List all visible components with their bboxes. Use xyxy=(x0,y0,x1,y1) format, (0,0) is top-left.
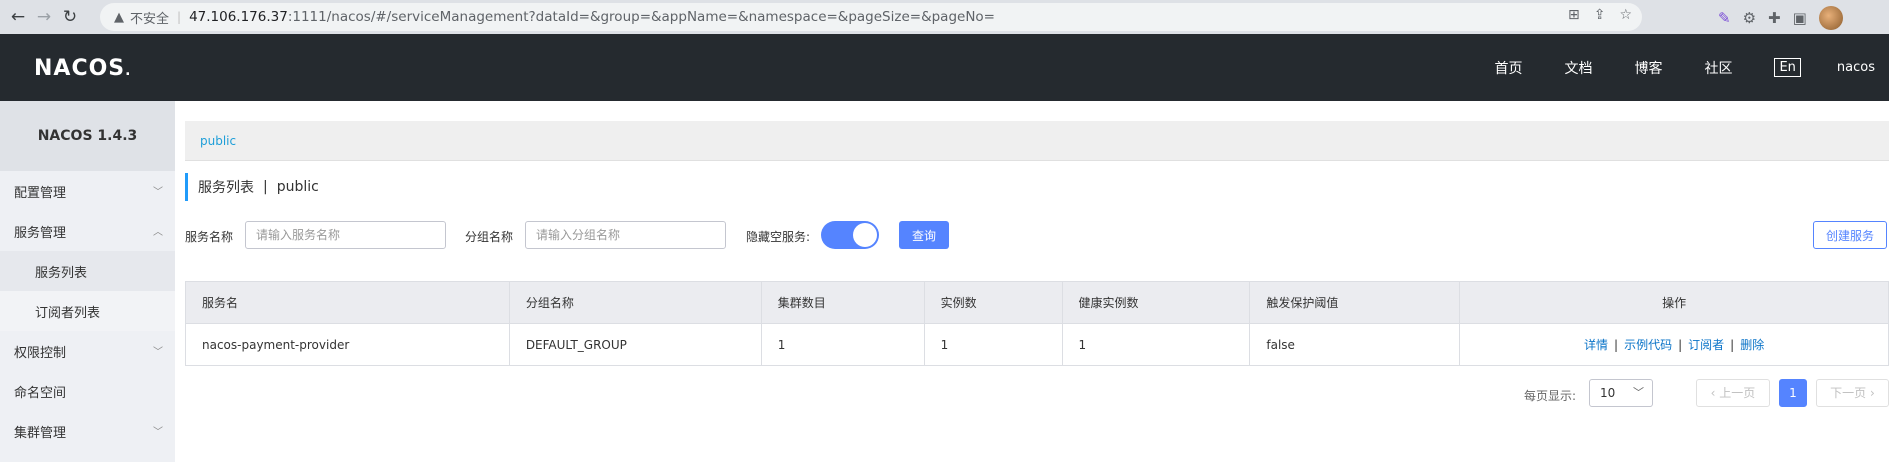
translate-icon[interactable]: ⊞ xyxy=(1568,7,1580,23)
col-operations: 操作 xyxy=(1459,281,1889,324)
next-label: 下一页 xyxy=(1830,386,1867,400)
sidebar-item-service[interactable]: 服务管理 ︿ xyxy=(0,211,175,251)
chevron-down-icon: ﹀ xyxy=(153,187,163,198)
table-row: nacos-payment-provider DEFAULT_GROUP 1 1… xyxy=(185,323,1889,366)
sample-code-link[interactable]: 示例代码 xyxy=(1624,338,1672,352)
service-name-input[interactable] xyxy=(245,221,446,249)
page-title-text: 服务列表 xyxy=(198,180,254,196)
filter-bar: 服务名称 分组名称 隐藏空服务: 查询 创建服务 xyxy=(185,220,1889,250)
puzzle-icon[interactable]: ✚ xyxy=(1768,9,1781,27)
reload-icon[interactable]: ↻ xyxy=(56,3,84,31)
subscribers-link[interactable]: 订阅者 xyxy=(1688,338,1724,352)
page-title: 服务列表 | public xyxy=(185,173,319,201)
page-number-button[interactable]: 1 xyxy=(1779,379,1807,407)
version-title: NACOS 1.4.3 xyxy=(0,101,175,171)
col-healthy-count: 健康实例数 xyxy=(1061,281,1251,324)
cell-operations: 详情 | 示例代码 | 订阅者 | 删除 xyxy=(1459,323,1889,366)
sidebar-item-cluster[interactable]: 集群管理 ﹀ xyxy=(0,411,175,451)
col-protect-threshold: 触发保护阈值 xyxy=(1249,281,1461,324)
chevron-down-icon: ﹀ xyxy=(1633,386,1644,399)
chevron-up-icon: ︿ xyxy=(153,227,163,238)
url-text: 47.106.176.37:1111/nacos/#/serviceManage… xyxy=(189,9,995,25)
sidebar-item-label: 订阅者列表 xyxy=(35,305,101,321)
warning-icon: ▲ xyxy=(114,9,124,25)
col-service-name: 服务名 xyxy=(185,281,510,324)
sidebar-item-label: 命名空间 xyxy=(14,385,67,401)
language-switch[interactable]: En xyxy=(1774,58,1801,77)
sidebar-item-label: 配置管理 xyxy=(14,185,67,201)
ops-divider: | xyxy=(1730,338,1735,352)
namespace-link-public[interactable]: public xyxy=(200,134,236,148)
insecure-label: 不安全 xyxy=(130,11,170,27)
group-name-label: 分组名称 xyxy=(465,230,514,244)
title-divider: | xyxy=(263,179,268,195)
page-namespace: public xyxy=(276,179,319,195)
toggle-knob xyxy=(853,223,877,247)
service-table: 服务名 分组名称 集群数目 实例数 健康实例数 触发保护阈值 操作 nacos-… xyxy=(185,281,1889,366)
pagination: 每页显示: 10 ﹀ ‹ 上一页 1 下一页 › xyxy=(185,379,1889,407)
nav-docs[interactable]: 文档 xyxy=(1564,58,1592,78)
cell-healthy-count: 1 xyxy=(1061,323,1251,366)
sidebar-item-subscribers[interactable]: 订阅者列表 xyxy=(0,291,175,331)
table-header-row: 服务名 分组名称 集群数目 实例数 健康实例数 触发保护阈值 操作 xyxy=(185,281,1889,324)
nav-community[interactable]: 社区 xyxy=(1704,58,1732,78)
sidebar-item-label: 服务管理 xyxy=(14,225,67,241)
details-link[interactable]: 详情 xyxy=(1584,338,1608,352)
nav-home[interactable]: 首页 xyxy=(1494,58,1522,78)
bookmark-star-icon[interactable]: ☆ xyxy=(1619,7,1632,23)
sidebar-item-label: 集群管理 xyxy=(14,425,67,441)
extension-feather-icon[interactable]: ✎ xyxy=(1718,9,1731,27)
page-size-select[interactable]: 10 ﹀ xyxy=(1589,379,1653,407)
page-size-label: 每页显示: xyxy=(1524,389,1577,403)
col-cluster-count: 集群数目 xyxy=(760,281,925,324)
group-name-input[interactable] xyxy=(525,221,726,249)
namespace-bar: public xyxy=(185,121,1889,161)
top-nav: 首页 文档 博客 社区 En nacos xyxy=(1452,34,1875,101)
profile-avatar[interactable] xyxy=(1818,6,1843,30)
chevron-down-icon: ﹀ xyxy=(153,427,163,438)
query-button[interactable]: 查询 xyxy=(899,221,949,249)
delete-link[interactable]: 删除 xyxy=(1740,338,1764,352)
address-bar[interactable]: ▲ 不安全 | 47.106.176.37:1111/nacos/#/servi… xyxy=(100,3,1642,31)
ops-divider: | xyxy=(1678,338,1683,352)
col-instance-count: 实例数 xyxy=(923,281,1063,324)
sidebar-toggle-icon[interactable]: ▣ xyxy=(1793,9,1807,27)
extension-icon[interactable]: ⚙ xyxy=(1743,9,1756,27)
page-size-value: 10 xyxy=(1600,386,1616,400)
nav-blog[interactable]: 博客 xyxy=(1634,58,1662,78)
chevron-down-icon: ﹀ xyxy=(153,347,163,358)
next-page-button[interactable]: 下一页 › xyxy=(1816,379,1889,407)
cell-protect-threshold: false xyxy=(1249,323,1461,366)
cell-cluster-count: 1 xyxy=(760,323,925,366)
sidebar-item-label: 服务列表 xyxy=(35,265,88,281)
service-name-label: 服务名称 xyxy=(185,230,234,244)
sidebar-item-auth[interactable]: 权限控制 ﹀ xyxy=(0,331,175,371)
hide-empty-label: 隐藏空服务: xyxy=(746,230,811,244)
browser-chrome: ← → ↻ ▲ 不安全 | 47.106.176.37:1111/nacos/#… xyxy=(0,0,1889,34)
cell-instance-count: 1 xyxy=(923,323,1063,366)
create-service-button[interactable]: 创建服务 xyxy=(1813,221,1887,249)
divider: | xyxy=(177,10,182,24)
cell-group-name: DEFAULT_GROUP xyxy=(508,323,762,366)
hide-empty-toggle[interactable] xyxy=(821,221,879,249)
chevron-left-icon: ‹ xyxy=(1710,386,1720,400)
cell-service-name: nacos-payment-provider xyxy=(185,323,510,366)
sidebar-item-namespace[interactable]: 命名空间 xyxy=(0,371,175,411)
sidebar: NACOS 1.4.3 配置管理 ﹀ 服务管理 ︿ 服务列表 订阅者列表 权限控… xyxy=(0,101,175,462)
user-name[interactable]: nacos xyxy=(1837,60,1875,75)
prev-page-button[interactable]: ‹ 上一页 xyxy=(1696,379,1770,407)
chevron-right-icon: › xyxy=(1866,386,1875,400)
back-icon[interactable]: ← xyxy=(4,3,32,31)
col-group-name: 分组名称 xyxy=(508,281,762,324)
sidebar-item-config[interactable]: 配置管理 ﹀ xyxy=(0,171,175,211)
nacos-logo[interactable]: NACOS. xyxy=(34,56,131,81)
top-header: NACOS. 首页 文档 博客 社区 En nacos xyxy=(0,34,1889,101)
sidebar-item-label: 权限控制 xyxy=(14,345,67,361)
ops-divider: | xyxy=(1614,338,1619,352)
prev-label: 上一页 xyxy=(1719,386,1756,400)
sidebar-item-service-list[interactable]: 服务列表 xyxy=(0,251,175,291)
share-icon[interactable]: ⇪ xyxy=(1594,7,1606,23)
forward-icon[interactable]: → xyxy=(30,3,58,31)
